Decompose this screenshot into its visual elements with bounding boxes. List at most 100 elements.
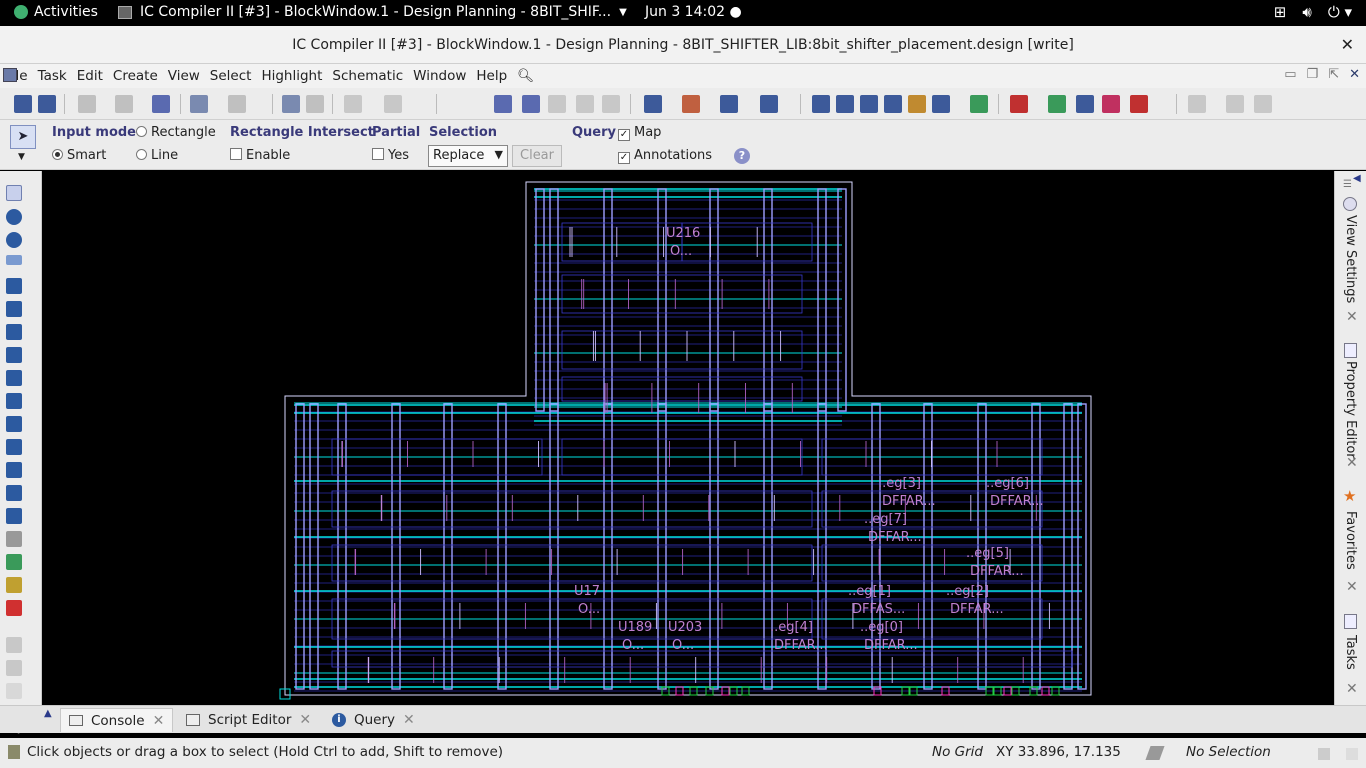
tab-query[interactable]: i Query ✕ — [324, 708, 423, 732]
histogram-icon[interactable] — [1048, 95, 1066, 113]
menu-help[interactable]: Help — [471, 68, 512, 84]
pointer-tool-icon[interactable] — [6, 185, 22, 201]
grid-snap-icon[interactable] — [6, 531, 22, 547]
volume-icon[interactable]: 🔊︎ — [1302, 3, 1311, 21]
detach-icon[interactable]: ⇱ — [1328, 67, 1339, 82]
mirror-icon[interactable] — [6, 393, 22, 409]
search-icon[interactable]: 🔍︎ — [512, 68, 539, 84]
distribute-icon[interactable] — [548, 95, 566, 113]
drc-icon[interactable] — [1010, 95, 1028, 113]
menu-highlight[interactable]: Highlight — [256, 68, 327, 84]
hierarchy-down-icon[interactable] — [1254, 95, 1272, 113]
system-tray[interactable]: ⊞ 🔊︎ ⏻ ▾ — [1274, 3, 1352, 21]
icv-icon[interactable] — [1130, 95, 1148, 113]
hierarchy-icon[interactable] — [1188, 95, 1206, 113]
smart-radio[interactable]: Smart — [52, 148, 106, 163]
redo-icon[interactable] — [384, 95, 402, 113]
grid-icon[interactable] — [970, 95, 988, 113]
chevron-up-icon[interactable]: ▲ — [44, 708, 52, 719]
chevron-down-icon[interactable]: ▼ — [18, 152, 25, 162]
resize-icon[interactable] — [6, 508, 22, 524]
group-icon[interactable] — [6, 485, 22, 501]
ruler-icon[interactable] — [6, 255, 22, 265]
close-icon[interactable]: ✕ — [1346, 681, 1358, 697]
close-icon[interactable]: ✕ — [153, 713, 165, 729]
favorites-tab[interactable]: Favorites — [1343, 511, 1358, 570]
macro-icon[interactable] — [836, 95, 854, 113]
power-icon[interactable]: ⏻ ▾ — [1328, 3, 1352, 21]
probe-icon[interactable] — [228, 95, 246, 113]
floorplan-view[interactable]: U216 O... ..eg[3] DFFAR... ..eg[6] DFFAR.....… — [42, 171, 1334, 705]
select-tool-icon[interactable] — [494, 95, 512, 113]
bar-chart-icon[interactable] — [6, 554, 22, 570]
close-icon[interactable]: ✕ — [1346, 309, 1358, 325]
unlock-icon[interactable] — [6, 660, 22, 676]
tasks-tab[interactable]: Tasks — [1343, 635, 1358, 670]
menu-schematic[interactable]: Schematic — [327, 68, 408, 84]
merge-icon[interactable] — [6, 439, 22, 455]
copy-icon[interactable] — [6, 462, 22, 478]
menu-task[interactable]: Task — [33, 68, 72, 84]
property-editor-tab[interactable]: Property Editor — [1343, 361, 1358, 459]
ems-icon[interactable] — [1102, 95, 1120, 113]
view-settings-tab[interactable]: View Settings — [1343, 215, 1358, 303]
resize-grip-icon[interactable] — [1346, 748, 1358, 760]
zoom-in-icon[interactable] — [282, 95, 300, 113]
network-icon[interactable]: ⊞ — [1274, 3, 1287, 21]
clear-button[interactable]: Clear — [512, 145, 562, 167]
place-icon[interactable] — [908, 95, 926, 113]
app-menu-button[interactable]: IC Compiler II [#3] - BlockWindow.1 - De… — [118, 4, 627, 20]
tab-script-editor[interactable]: Script Editor ✕ — [178, 708, 319, 732]
resize-grip-icon[interactable] — [1318, 748, 1330, 760]
hierarchy-up-icon[interactable] — [1226, 95, 1244, 113]
info-icon[interactable] — [6, 209, 22, 225]
timing-icon[interactable] — [884, 95, 902, 113]
pencil-icon[interactable] — [78, 95, 96, 113]
close-icon[interactable]: ✕ — [299, 712, 311, 728]
line-radio[interactable]: Line — [136, 148, 178, 163]
delete-icon[interactable] — [6, 600, 22, 616]
route-icon[interactable] — [190, 95, 208, 113]
hierarchy-icon[interactable] — [6, 577, 22, 593]
enable-checkbox[interactable]: Enable — [230, 148, 290, 163]
close-icon[interactable]: ✕ — [1349, 67, 1360, 82]
tab-console[interactable]: Console ✕ — [60, 708, 174, 732]
menu-window[interactable]: Window — [408, 68, 471, 84]
collapse-arrow-icon[interactable]: ◀ — [1353, 173, 1361, 184]
save-icon[interactable] — [38, 95, 56, 113]
undo-icon[interactable] — [344, 95, 362, 113]
restore-icon[interactable]: ❐ — [1307, 67, 1319, 82]
activities-button[interactable]: Activities — [14, 4, 98, 20]
zoom-out-icon[interactable] — [306, 95, 324, 113]
chart-icon[interactable] — [720, 95, 738, 113]
close-icon[interactable]: ✕ — [1341, 26, 1354, 64]
annotations-checkbox[interactable]: ✓ Annotations — [618, 148, 712, 164]
stack-icon[interactable] — [602, 95, 620, 113]
lock-icon[interactable] — [6, 637, 22, 653]
close-icon[interactable]: ✕ — [1346, 455, 1358, 471]
camera-icon[interactable] — [760, 95, 778, 113]
close-icon[interactable]: ✕ — [403, 712, 415, 728]
menu-create[interactable]: Create — [108, 68, 163, 84]
snap-icon[interactable] — [152, 95, 170, 113]
select-mode-button[interactable]: ➤ — [10, 125, 36, 149]
map-checkbox[interactable]: ✓ Map — [618, 125, 661, 141]
clock[interactable]: Jun 3 14:02 ● — [645, 4, 742, 20]
tile-icon[interactable]: ▭ — [1284, 67, 1296, 82]
stretch-icon[interactable] — [6, 301, 22, 317]
delete-icon[interactable] — [115, 95, 133, 113]
floorplan-icon[interactable] — [860, 95, 878, 113]
layout-canvas[interactable]: U216 O... ..eg[3] DFFAR... ..eg[6] DFFAR.....… — [42, 171, 1334, 705]
analysis-icon[interactable] — [1076, 95, 1094, 113]
align-icon[interactable] — [522, 95, 540, 113]
help-icon[interactable]: ? — [734, 148, 750, 164]
menu-view[interactable]: View — [163, 68, 205, 84]
zoom-icon[interactable] — [6, 232, 22, 248]
cc-icon[interactable] — [812, 95, 830, 113]
move-icon[interactable] — [6, 278, 22, 294]
menu-edit[interactable]: Edit — [72, 68, 108, 84]
selection-mode-dropdown[interactable]: Replace ▼ — [428, 145, 508, 167]
open-folder-icon[interactable] — [14, 95, 32, 113]
menu-select[interactable]: Select — [205, 68, 257, 84]
align-icon[interactable] — [6, 370, 22, 386]
